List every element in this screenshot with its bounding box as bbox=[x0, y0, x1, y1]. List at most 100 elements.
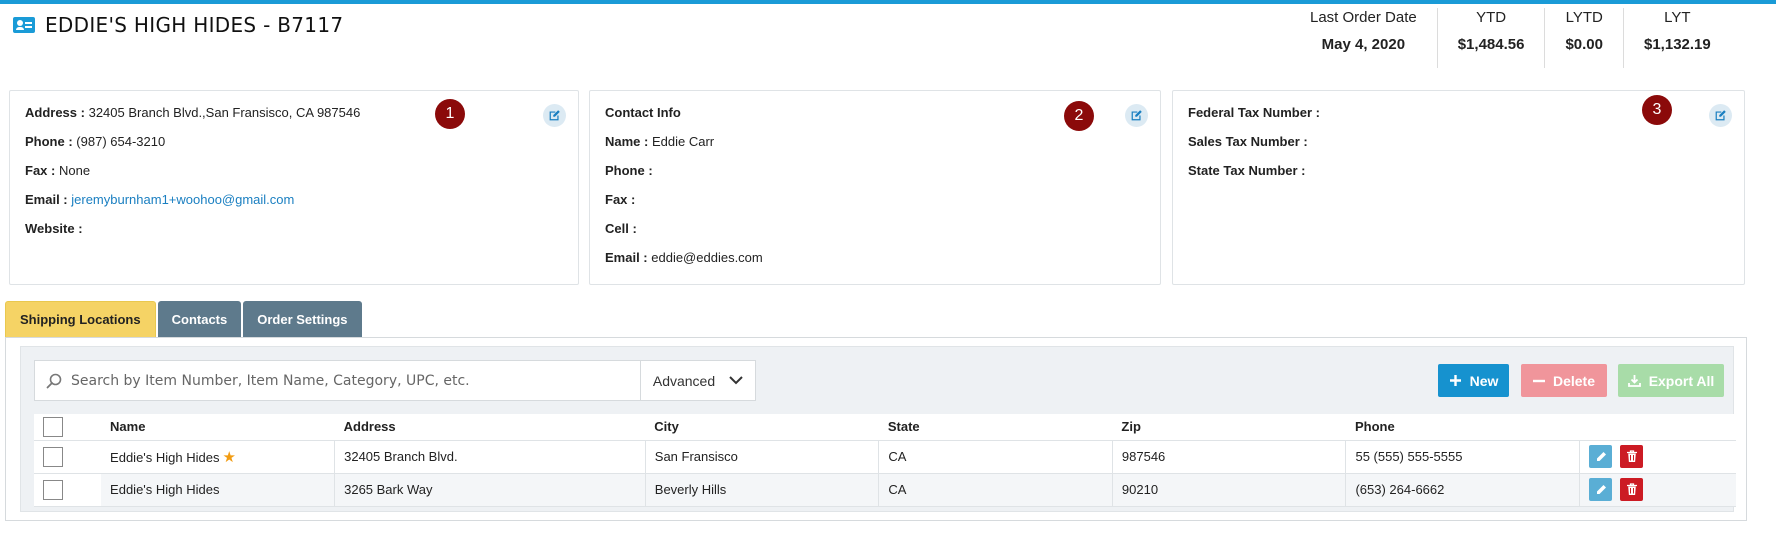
contact-cell-label: Cell : bbox=[605, 221, 637, 236]
trash-icon bbox=[1626, 450, 1637, 462]
tab-order-settings[interactable]: Order Settings bbox=[243, 301, 362, 337]
page-title: EDDIE'S HIGH HIDES - B7117 bbox=[45, 13, 344, 37]
annotation-marker-1: 1 bbox=[435, 99, 465, 129]
column-header-actions bbox=[1579, 414, 1736, 441]
sales-tax-label: Sales Tax Number : bbox=[1188, 134, 1308, 149]
pencil-icon bbox=[1596, 484, 1606, 494]
column-header-state[interactable]: State bbox=[878, 414, 1113, 441]
top-accent-bar bbox=[0, 0, 1776, 4]
stat-value: $1,484.56 bbox=[1457, 36, 1525, 53]
address-row: Address : 32405 Branch Blvd.,San Fransis… bbox=[25, 105, 563, 121]
column-header-zip[interactable]: Zip bbox=[1112, 414, 1346, 441]
stat-lytd: LYTD $0.00 bbox=[1545, 8, 1624, 68]
edit-row-button[interactable] bbox=[1589, 445, 1613, 468]
column-header-city[interactable]: City bbox=[645, 414, 879, 441]
edit-icon bbox=[1131, 110, 1142, 121]
column-header-phone[interactable]: Phone bbox=[1345, 414, 1580, 441]
cell-city: Beverly Hills bbox=[645, 473, 880, 507]
delete-row-button[interactable] bbox=[1620, 478, 1644, 501]
trash-icon bbox=[1626, 483, 1637, 495]
address-label: Address : bbox=[25, 105, 85, 120]
edit-tax-button[interactable] bbox=[1709, 104, 1732, 127]
edit-row-button[interactable] bbox=[1589, 478, 1613, 501]
edit-icon bbox=[1715, 110, 1726, 121]
address-card: Address : 32405 Branch Blvd.,San Fransis… bbox=[9, 90, 579, 285]
pencil-icon bbox=[1596, 451, 1606, 461]
shipping-locations-table: Name Address City State Zip Phone Eddie'… bbox=[34, 414, 1736, 507]
table-header-row: Name Address City State Zip Phone bbox=[34, 414, 1736, 441]
state-tax-row: State Tax Number : bbox=[1188, 163, 1729, 179]
tab-contacts[interactable]: Contacts bbox=[157, 301, 242, 337]
advanced-label: Advanced bbox=[652, 372, 716, 389]
plus-icon bbox=[1449, 375, 1461, 386]
contact-name-label: Name : bbox=[605, 134, 649, 149]
website-label: Website : bbox=[25, 221, 83, 236]
export-all-button[interactable]: Export All bbox=[1618, 364, 1724, 397]
row-checkbox[interactable] bbox=[43, 446, 63, 467]
contact-phone-label: Phone : bbox=[605, 163, 653, 178]
new-button[interactable]: New bbox=[1438, 364, 1509, 397]
fax-row: Fax : None bbox=[25, 163, 563, 179]
delete-row-button[interactable] bbox=[1620, 445, 1644, 468]
download-icon bbox=[1627, 375, 1641, 387]
column-header-name[interactable]: Name bbox=[101, 414, 335, 441]
cell-phone: (653) 264-6662 bbox=[1345, 473, 1581, 507]
contact-name-value: Eddie Carr bbox=[651, 134, 715, 149]
stat-label: YTD bbox=[1476, 9, 1507, 26]
stat-value: May 4, 2020 bbox=[1321, 36, 1406, 53]
select-all-cell bbox=[34, 414, 102, 441]
new-button-label: New bbox=[1469, 372, 1499, 389]
email-link[interactable]: jeremyburnham1+woohoo@gmail.com bbox=[71, 192, 294, 207]
stat-lyt: LYT $1,132.19 bbox=[1624, 8, 1731, 68]
fax-value: None bbox=[58, 163, 91, 178]
search-input[interactable] bbox=[63, 361, 640, 400]
federal-tax-label: Federal Tax Number : bbox=[1188, 105, 1320, 120]
cell-state: CA bbox=[878, 473, 1113, 507]
edit-contact-button[interactable] bbox=[1125, 104, 1148, 127]
stat-value: $1,132.19 bbox=[1644, 36, 1711, 53]
stat-label: LYTD bbox=[1565, 9, 1603, 26]
cell-zip: 987546 bbox=[1112, 440, 1347, 474]
contact-fax-row: Fax : bbox=[605, 192, 1145, 208]
stat-ytd: YTD $1,484.56 bbox=[1438, 8, 1546, 68]
tab-shipping-locations[interactable]: Shipping Locations bbox=[5, 301, 156, 337]
cell-actions bbox=[1579, 473, 1736, 507]
contact-email-label: Email : bbox=[605, 250, 648, 265]
primary-star-icon: ★ bbox=[222, 448, 236, 466]
search-bar: Advanced bbox=[34, 360, 756, 401]
annotation-marker-3: 3 bbox=[1642, 95, 1672, 125]
tab-bar: Shipping Locations Contacts Order Settin… bbox=[5, 301, 362, 337]
shipping-locations-panel: Advanced New Delete Export All Name Addr… bbox=[5, 337, 1747, 521]
delete-button[interactable]: Delete bbox=[1521, 364, 1607, 397]
select-all-checkbox[interactable] bbox=[43, 416, 63, 437]
tax-info-card: Federal Tax Number : Sales Tax Number : … bbox=[1172, 90, 1745, 285]
table-row: Eddie's High Hides ★ 32405 Branch Blvd. S… bbox=[34, 440, 1736, 474]
stat-label: Last Order Date bbox=[1310, 9, 1417, 26]
contact-email-value: eddie@eddies.com bbox=[651, 250, 763, 265]
minus-icon bbox=[1532, 379, 1545, 382]
cell-name: Eddie's High Hides bbox=[101, 473, 336, 507]
cell-city: San Fransisco bbox=[645, 440, 880, 474]
shipping-locations-content: Advanced New Delete Export All Name Addr… bbox=[20, 346, 1736, 512]
advanced-search-dropdown[interactable]: Advanced bbox=[640, 361, 755, 400]
delete-button-label: Delete bbox=[1552, 372, 1596, 389]
page-header: EDDIE'S HIGH HIDES - B7117 bbox=[13, 13, 343, 37]
email-label: Email : bbox=[25, 192, 68, 207]
contact-phone-row: Phone : bbox=[605, 163, 1145, 179]
edit-icon bbox=[549, 110, 560, 121]
column-header-address[interactable]: Address bbox=[334, 414, 646, 441]
stat-value: $0.00 bbox=[1565, 36, 1603, 53]
edit-address-button[interactable] bbox=[543, 104, 566, 127]
cell-state: CA bbox=[878, 440, 1113, 474]
state-tax-label: State Tax Number : bbox=[1188, 163, 1306, 178]
contact-heading: Contact Info bbox=[605, 105, 681, 120]
cell-phone: 55 (555) 555-5555 bbox=[1345, 440, 1581, 474]
search-icon bbox=[46, 373, 62, 388]
stat-last-order-date: Last Order Date May 4, 2020 bbox=[1290, 8, 1438, 68]
row-checkbox[interactable] bbox=[43, 479, 63, 500]
contact-name-row: Name : Eddie Carr bbox=[605, 134, 1145, 150]
contact-info-card: Contact Info Name : Eddie Carr Phone : F… bbox=[589, 90, 1161, 285]
export-all-label: Export All bbox=[1648, 372, 1715, 389]
stat-label: LYT bbox=[1664, 9, 1691, 26]
cell-actions bbox=[1579, 440, 1736, 474]
